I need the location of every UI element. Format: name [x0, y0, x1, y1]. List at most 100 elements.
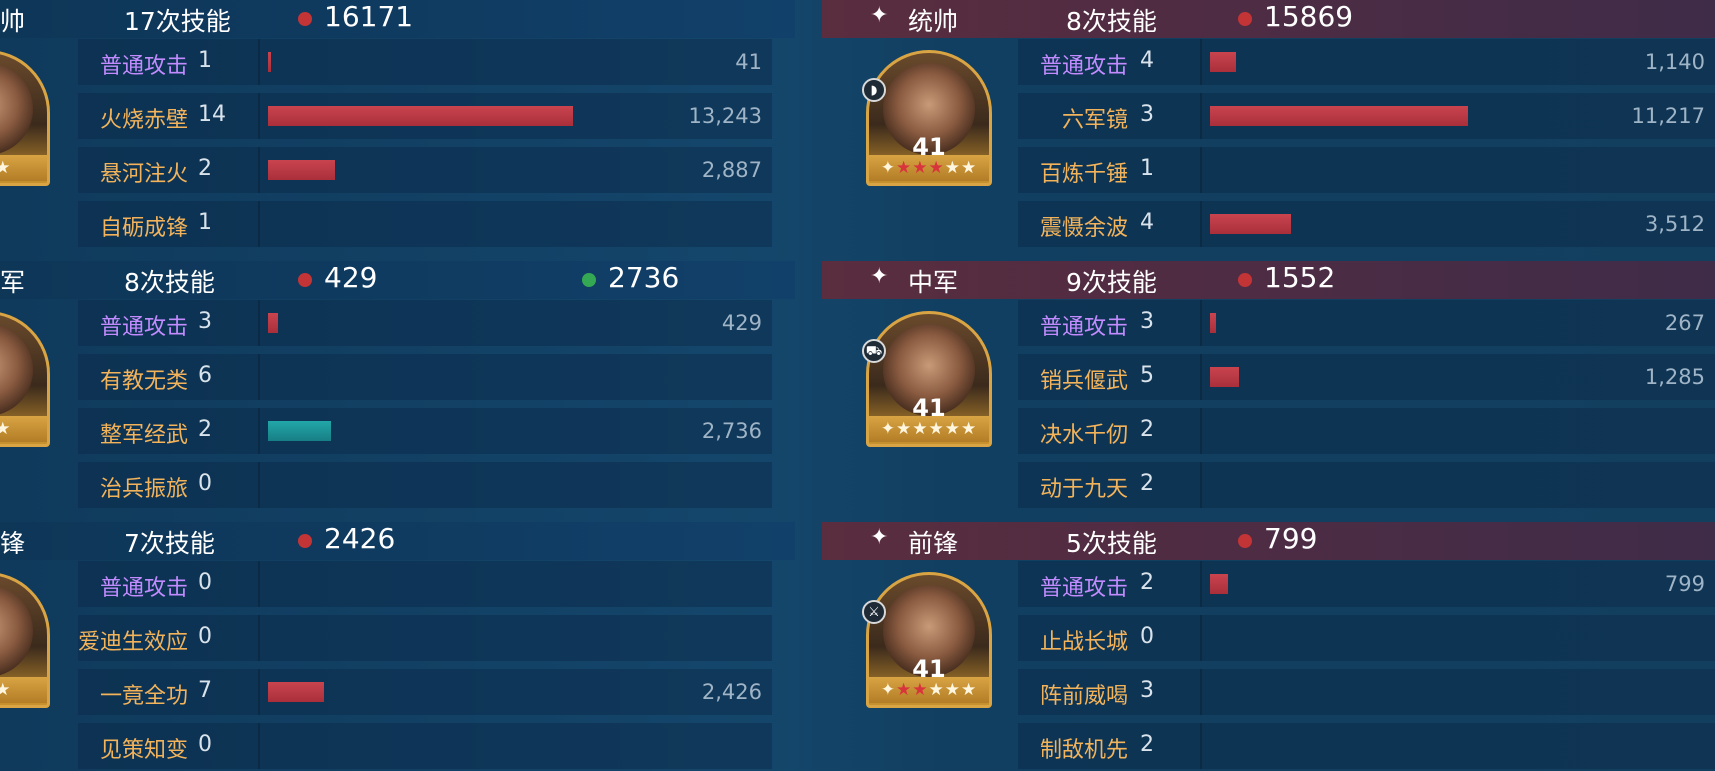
skill-cast-count: 9次技能: [1066, 268, 1157, 297]
skill-use-count: 3: [1140, 678, 1154, 703]
general-portrait[interactable]: 2 ★★★: [0, 50, 50, 186]
skill-row: 整军经武 2 2,736: [78, 408, 772, 454]
skill-row: 普通攻击 1 41: [78, 39, 772, 85]
skill-cast-count: 5次技能: [1066, 529, 1157, 558]
row-divider: [1200, 147, 1202, 193]
damage-dot-icon: [298, 273, 312, 287]
row-divider: [258, 354, 260, 400]
damage-dot-icon: [298, 534, 312, 548]
skill-name: 有教无类: [99, 369, 188, 394]
general-portrait[interactable]: 41 ✦★★★★★: [866, 311, 992, 447]
skill-row: 阵前威喝 3: [1018, 669, 1715, 715]
chariot-icon: ⛟: [862, 339, 886, 363]
general-header-commander: 帅 17次技能 16171: [0, 0, 795, 38]
left-team-panel: 帅 17次技能 16171 2 ★★★ 军 8次技能 429 2736 2 ★★…: [0, 0, 795, 771]
skill-name: 百炼千锤: [1039, 162, 1128, 187]
heal-dot-icon: [582, 273, 596, 287]
row-divider: [258, 561, 260, 607]
general-portrait[interactable]: 2 ★★★: [0, 572, 50, 708]
row-divider: [258, 669, 260, 715]
row-divider: [258, 93, 260, 139]
damage-bar: [1210, 106, 1468, 126]
damage-bar: [268, 52, 271, 72]
row-divider: [258, 462, 260, 508]
skill-use-count: 2: [198, 156, 212, 181]
skill-damage-value: 11,217: [1631, 104, 1705, 128]
row-divider: [1200, 615, 1202, 661]
skill-cast-count: 7次技能: [124, 529, 215, 558]
four-point-star-icon: ✦: [870, 525, 889, 550]
skill-use-count: 0: [198, 624, 212, 649]
row-divider: [1200, 723, 1202, 769]
general-header-middle: 军 8次技能 429 2736: [0, 261, 795, 299]
star-rating: ✦★★★★★: [869, 677, 989, 703]
skill-use-count: 0: [198, 471, 212, 496]
damage-bar: [1210, 214, 1291, 234]
skill-name: 动于九天: [1039, 477, 1128, 502]
role-label: 统帅: [908, 7, 959, 36]
total-damage: 2426: [324, 522, 396, 555]
skill-name: 一竟全功: [99, 684, 188, 709]
skill-row: 制敌机先 2: [1018, 723, 1715, 769]
skill-damage-value: 1,285: [1644, 365, 1705, 389]
skill-damage-value: 2,887: [701, 158, 762, 182]
basic-attack-label: 普通攻击: [1039, 576, 1128, 601]
basic-attack-label: 普通攻击: [99, 315, 188, 340]
general-header-middle: ✦ 中军 9次技能 1552: [822, 261, 1715, 299]
skill-row: 震慑余波 4 3,512: [1018, 201, 1715, 247]
row-divider: [1200, 300, 1202, 346]
damage-dot-icon: [1238, 12, 1252, 26]
star-rating: ★★★: [0, 677, 47, 703]
skill-damage-value: 2,736: [701, 419, 762, 443]
skill-row: 普通攻击 2 799: [1018, 561, 1715, 607]
row-divider: [258, 39, 260, 85]
basic-attack-label: 普通攻击: [99, 576, 188, 601]
damage-bar: [268, 313, 278, 333]
total-damage: 799: [1264, 522, 1318, 555]
skill-damage-value: 3,512: [1644, 212, 1705, 236]
general-header-commander: ✦ 统帅 8次技能 15869: [822, 0, 1715, 38]
general-portrait[interactable]: 41 ✦★★★★★: [866, 50, 992, 186]
row-divider: [258, 723, 260, 769]
skill-use-count: 0: [198, 732, 212, 757]
damage-bar: [1210, 367, 1239, 387]
role-label: 前锋: [908, 529, 959, 558]
row-divider: [1200, 39, 1202, 85]
skill-name: 爱迪生效应: [77, 630, 188, 655]
skill-row: 悬河注火 2 2,887: [78, 147, 772, 193]
skill-name: 自砺成锋: [99, 216, 188, 241]
skill-use-count: 5: [1140, 363, 1154, 388]
general-portrait[interactable]: 2 ★★★: [0, 311, 50, 447]
total-damage: 1552: [1264, 261, 1336, 294]
row-divider: [258, 147, 260, 193]
skill-damage-value: 13,243: [688, 104, 762, 128]
total-damage: 16171: [324, 0, 414, 33]
skill-row: 普通攻击 0: [78, 561, 772, 607]
skill-use-count: 7: [198, 678, 212, 703]
skill-row: 火烧赤壁 14 13,243: [78, 93, 772, 139]
skill-name: 制敌机先: [1039, 738, 1128, 763]
basic-attack-label: 普通攻击: [1039, 315, 1128, 340]
skill-use-count: 0: [198, 570, 212, 595]
star-rating: ★★★: [0, 416, 47, 442]
skill-use-count: 3: [1140, 309, 1154, 334]
damage-dot-icon: [298, 12, 312, 26]
skill-row: 普通攻击 4 1,140: [1018, 39, 1715, 85]
sword-icon: ⚔: [862, 600, 886, 624]
row-divider: [1200, 201, 1202, 247]
skill-use-count: 2: [1140, 471, 1154, 496]
skill-use-count: 2: [1140, 570, 1154, 595]
skill-row: 自砺成锋 1: [78, 201, 772, 247]
total-damage: 429: [324, 261, 378, 294]
skill-row: 动于九天 2: [1018, 462, 1715, 508]
general-portrait[interactable]: 41 ✦★★★★★: [866, 572, 992, 708]
damage-dot-icon: [1238, 534, 1252, 548]
skill-name: 震慑余波: [1039, 216, 1128, 241]
skill-name: 阵前威喝: [1039, 684, 1128, 709]
basic-attack-label: 普通攻击: [1039, 54, 1128, 79]
row-divider: [1200, 669, 1202, 715]
skill-use-count: 3: [198, 309, 212, 334]
skill-name: 六军镜: [1061, 108, 1128, 133]
skill-row: 一竟全功 7 2,426: [78, 669, 772, 715]
row-divider: [1200, 93, 1202, 139]
